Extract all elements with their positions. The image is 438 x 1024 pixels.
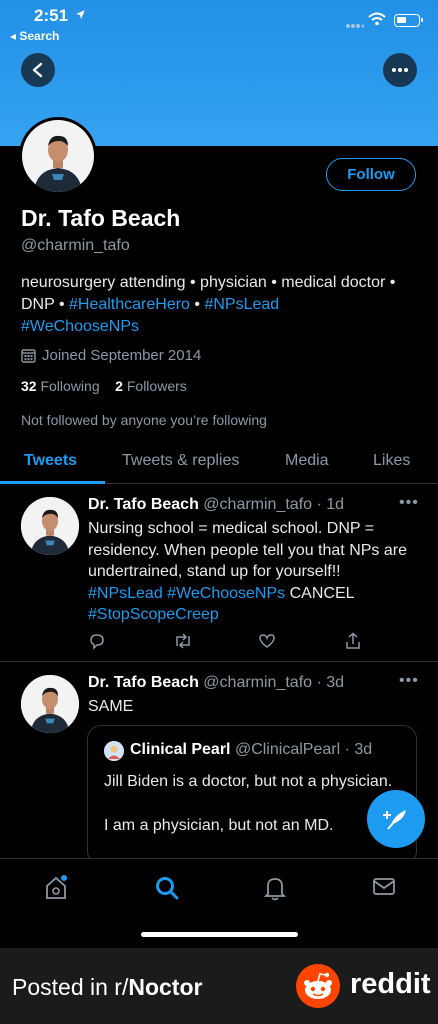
battery-icon	[394, 14, 423, 27]
home-icon[interactable]	[44, 875, 68, 906]
tweet-more-icon[interactable]: •••	[399, 672, 419, 690]
search-icon[interactable]	[154, 875, 180, 906]
profile-tabs: Tweets Tweets & replies Media Likes	[0, 440, 438, 484]
reddit-snoo-icon	[296, 964, 340, 1008]
tweet-divider	[0, 661, 438, 662]
reply-icon[interactable]	[88, 632, 106, 655]
tweet-text: SAME	[88, 698, 134, 715]
tab-media[interactable]: Media	[285, 452, 329, 470]
share-icon[interactable]	[344, 632, 362, 655]
follow-button[interactable]: Follow	[326, 158, 416, 191]
tweet-body: Nursing school = medical school. DNP = r…	[88, 520, 407, 580]
not-followed-note: Not followed by anyone you’re following	[21, 412, 267, 428]
tweet-text: Nursing school = medical school. DNP = r…	[88, 518, 418, 626]
messages-envelope-icon[interactable]	[372, 875, 396, 902]
profile-handle: @charmin_tafo	[21, 237, 130, 254]
back-to-search-link[interactable]: ◂ Search	[10, 29, 59, 43]
reddit-footer: Posted in r/Noctor reddit	[0, 948, 438, 1024]
like-icon[interactable]	[258, 632, 276, 655]
status-bar: 2:51 ◂ Search	[0, 0, 438, 48]
profile-name: Dr. Tafo Beach	[21, 205, 181, 231]
more-options-button[interactable]	[383, 53, 417, 87]
quoted-tweet[interactable]: Clinical Pearl @ClinicalPearl · 3d Jill …	[87, 725, 417, 865]
hashtag-link[interactable]: #WeChooseNPs	[21, 318, 139, 335]
wifi-icon	[368, 12, 386, 31]
status-time: 2:51	[34, 6, 69, 25]
hashtag-link[interactable]: #NPsLead	[204, 296, 279, 313]
quoted-header: Clinical Pearl @ClinicalPearl · 3d	[130, 741, 372, 759]
location-arrow-icon	[75, 8, 86, 23]
hashtag-link[interactable]: #WeChooseNPs	[167, 585, 285, 602]
bio-separator: •	[189, 296, 205, 313]
quoted-handle-time: @ClinicalPearl · 3d	[234, 741, 373, 758]
tweet-avatar[interactable]	[21, 497, 79, 555]
profile-bio: neurosurgery attending • physician • med…	[21, 272, 411, 338]
joined-text: Joined September 2014	[42, 347, 202, 364]
retweet-icon[interactable]	[173, 632, 193, 655]
tweet-author[interactable]: Dr. Tafo Beach	[88, 496, 199, 513]
tweet-avatar[interactable]	[21, 675, 79, 733]
ellipsis-icon	[392, 68, 408, 72]
followers-link[interactable]: 2 Followers	[115, 378, 187, 394]
signal-icon	[346, 16, 365, 34]
tweet-handle-time: @charmin_tafo · 3d	[203, 674, 345, 691]
tweet-header: Dr. Tafo Beach @charmin_tafo · 1d	[88, 496, 344, 514]
subreddit-name: Noctor	[128, 974, 203, 1000]
profile-avatar[interactable]	[19, 117, 97, 195]
tab-likes[interactable]: Likes	[373, 452, 410, 470]
chevron-left-icon	[32, 62, 43, 78]
feather-plus-icon	[383, 810, 406, 830]
reddit-wordmark: reddit	[350, 968, 431, 1000]
tweet-author[interactable]: Dr. Tafo Beach	[88, 674, 199, 691]
following-count: 32	[21, 378, 37, 394]
quoted-avatar	[104, 741, 124, 761]
following-link[interactable]: 32 Following	[21, 378, 100, 394]
tweet-header: Dr. Tafo Beach @charmin_tafo · 3d	[88, 674, 344, 692]
joined-date: Joined September 2014	[21, 347, 201, 364]
quoted-text: Jill Biden is a doctor, but not a physic…	[104, 773, 393, 834]
followers-label: Followers	[126, 378, 187, 394]
following-label: Following	[40, 378, 100, 394]
calendar-icon	[21, 349, 36, 363]
compose-tweet-button[interactable]	[367, 790, 425, 848]
active-tab-indicator	[0, 481, 105, 484]
hashtag-link[interactable]: #StopScopeCreep	[88, 606, 219, 623]
posted-in-prefix: Posted in r/	[12, 974, 129, 1000]
tweet-actions	[88, 632, 378, 652]
hashtag-link[interactable]: #HealthcareHero	[69, 296, 190, 313]
hashtag-link[interactable]: #NPsLead	[88, 585, 163, 602]
tab-tweets[interactable]: Tweets	[24, 452, 77, 470]
tab-tweets-replies[interactable]: Tweets & replies	[122, 452, 239, 470]
back-button[interactable]	[21, 53, 55, 87]
tweet-handle-time: @charmin_tafo · 1d	[203, 496, 345, 513]
followers-count: 2	[115, 378, 123, 394]
notifications-bell-icon[interactable]	[263, 875, 287, 906]
home-indicator	[141, 932, 298, 937]
tweet-more-icon[interactable]: •••	[399, 494, 419, 512]
follow-stats: 32 Following 2 Followers	[21, 378, 187, 394]
posted-in-text: Posted in r/Noctor	[12, 974, 202, 1001]
tweet-body-tail: CANCEL	[285, 584, 354, 602]
quoted-author: Clinical Pearl	[130, 741, 231, 758]
